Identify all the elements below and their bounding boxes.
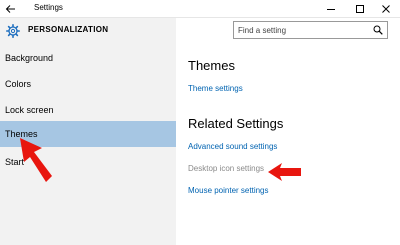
maximize-button[interactable] [346,0,374,18]
section-title: PERSONALIZATION [28,25,109,34]
desktop-icon-settings-link[interactable]: Desktop icon settings [188,164,264,173]
related-settings-heading: Related Settings [188,116,284,131]
sidebar-item-lock-screen[interactable]: Lock screen [0,97,176,123]
back-arrow-icon [5,5,15,13]
window-title: Settings [34,3,63,12]
annotation-arrow-icon [268,163,301,181]
annotation-arrow-icon [20,138,52,182]
sidebar: PERSONALIZATION Background Colors Lock s… [0,18,176,245]
theme-settings-link[interactable]: Theme settings [188,84,243,93]
back-button[interactable] [5,0,19,18]
sidebar-item-background[interactable]: Background [0,45,176,71]
search-icon[interactable] [373,25,383,35]
gear-icon [6,24,20,38]
themes-heading: Themes [188,58,235,73]
maximize-icon [356,5,364,13]
advanced-sound-settings-link[interactable]: Advanced sound settings [188,142,277,151]
minimize-button[interactable] [317,0,345,18]
sidebar-item-colors[interactable]: Colors [0,71,176,97]
close-button[interactable] [372,0,400,18]
sidebar-item-label: Colors [5,79,32,89]
search-box[interactable] [233,21,388,39]
mouse-pointer-settings-link[interactable]: Mouse pointer settings [188,186,269,195]
search-input[interactable] [238,22,368,38]
close-icon [382,5,390,13]
title-bar: Settings [0,0,400,18]
sidebar-item-label: Lock screen [5,105,54,115]
minimize-icon [327,9,335,10]
sidebar-item-label: Background [5,53,54,63]
